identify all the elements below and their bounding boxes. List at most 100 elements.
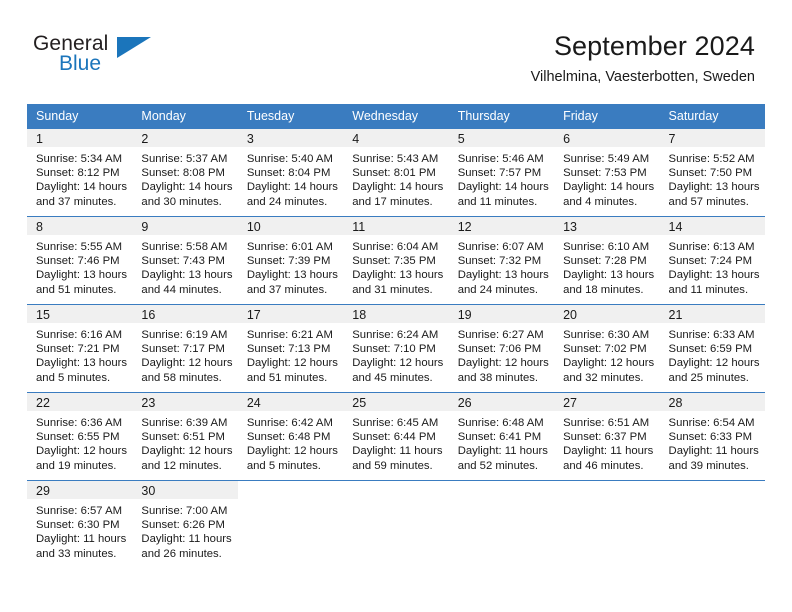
day-details: Sunrise: 6:51 AM Sunset: 6:37 PM Daylight:… bbox=[554, 411, 659, 473]
sunset-time: Sunset: 7:39 PM bbox=[246, 255, 331, 268]
calendar-day-cell[interactable]: 12 Sunrise: 6:07 AM Sunset: 7:32 PM Dayligh… bbox=[448, 216, 555, 304]
calendar-day-cell[interactable]: 20 Sunrise: 6:30 AM Sunset: 7:02 PM Dayligh… bbox=[554, 304, 660, 392]
daylight-duration-line1: Daylight: 12 hours bbox=[141, 357, 233, 370]
day-cell-inner: 15 Sunrise: 6:16 AM Sunset: 7:21 PM Dayligh… bbox=[27, 304, 133, 392]
day-cell-inner bbox=[343, 480, 449, 568]
daylight-duration-line1: Daylight: 13 hours bbox=[36, 269, 128, 282]
day-details: Sunrise: 5:34 AM Sunset: 8:12 PM Daylight:… bbox=[27, 147, 132, 209]
day-number: 17 bbox=[237, 305, 344, 323]
calendar-day-cell[interactable]: 14 Sunrise: 6:13 AM Sunset: 7:24 PM Dayligh… bbox=[659, 216, 765, 304]
calendar-empty-cell bbox=[343, 480, 449, 568]
brand-logo[interactable]: General Blue bbox=[33, 33, 183, 81]
day-number: 23 bbox=[132, 393, 238, 411]
day-cell-inner: 9 Sunrise: 5:58 AM Sunset: 7:43 PM Daylight… bbox=[132, 216, 238, 304]
sunset-time: Sunset: 7:32 PM bbox=[457, 255, 542, 268]
sunrise-time: Sunrise: 5:49 AM bbox=[563, 153, 650, 165]
calendar-day-cell[interactable]: 10 Sunrise: 6:01 AM Sunset: 7:39 PM Dayligh… bbox=[237, 216, 344, 304]
calendar-day-cell[interactable]: 9 Sunrise: 5:58 AM Sunset: 7:43 PM Daylight… bbox=[132, 216, 238, 304]
day-details: Sunrise: 6:33 AM Sunset: 6:59 PM Daylight:… bbox=[660, 323, 765, 385]
calendar-day-cell[interactable]: 25 Sunrise: 6:45 AM Sunset: 6:44 PM Dayligh… bbox=[343, 392, 449, 480]
daylight-duration-line2: and 31 minutes. bbox=[352, 283, 433, 296]
daylight-duration-line2: and 11 minutes. bbox=[457, 195, 538, 208]
day-cell-inner: 10 Sunrise: 6:01 AM Sunset: 7:39 PM Dayligh… bbox=[237, 216, 344, 304]
calendar-body: 1 Sunrise: 5:34 AM Sunset: 8:12 PM Daylight… bbox=[27, 128, 765, 568]
calendar-day-cell[interactable]: 23 Sunrise: 6:39 AM Sunset: 6:51 PM Dayligh… bbox=[132, 392, 238, 480]
calendar-day-cell[interactable]: 26 Sunrise: 6:48 AM Sunset: 6:41 PM Dayligh… bbox=[448, 392, 555, 480]
calendar-day-cell[interactable]: 29 Sunrise: 6:57 AM Sunset: 6:30 PM Dayligh… bbox=[27, 480, 133, 568]
sunrise-time: Sunrise: 5:46 AM bbox=[457, 153, 544, 165]
sunset-time: Sunset: 7:35 PM bbox=[352, 255, 436, 268]
day-details: Sunrise: 6:36 AM Sunset: 6:55 PM Daylight:… bbox=[27, 411, 132, 473]
day-number: 29 bbox=[27, 481, 133, 499]
sunrise-time: Sunrise: 6:30 AM bbox=[563, 329, 650, 341]
calendar-day-cell[interactable]: 4 Sunrise: 5:43 AM Sunset: 8:01 PM Daylight… bbox=[343, 128, 449, 216]
calendar-day-cell[interactable]: 11 Sunrise: 6:04 AM Sunset: 7:35 PM Dayligh… bbox=[343, 216, 449, 304]
day-cell-inner: 8 Sunrise: 5:55 AM Sunset: 7:46 PM Daylight… bbox=[27, 216, 133, 304]
calendar-day-cell[interactable]: 27 Sunrise: 6:51 AM Sunset: 6:37 PM Dayligh… bbox=[554, 392, 660, 480]
daylight-duration-line2: and 17 minutes. bbox=[352, 195, 433, 208]
sunrise-time: Sunrise: 6:13 AM bbox=[668, 241, 755, 253]
sunrise-time: Sunrise: 6:51 AM bbox=[563, 417, 650, 429]
day-cell-inner: 24 Sunrise: 6:42 AM Sunset: 6:48 PM Dayligh… bbox=[237, 392, 344, 480]
day-details: Sunrise: 5:52 AM Sunset: 7:50 PM Daylight:… bbox=[660, 147, 765, 209]
calendar-week-row: 1 Sunrise: 5:34 AM Sunset: 8:12 PM Daylight… bbox=[27, 128, 765, 216]
sunset-time: Sunset: 8:01 PM bbox=[352, 167, 436, 180]
daylight-duration-line2: and 25 minutes. bbox=[668, 371, 749, 384]
daylight-duration-line1: Daylight: 14 hours bbox=[352, 181, 444, 194]
sunrise-time: Sunrise: 5:43 AM bbox=[352, 153, 439, 165]
calendar-day-cell[interactable]: 28 Sunrise: 6:54 AM Sunset: 6:33 PM Dayligh… bbox=[659, 392, 765, 480]
calendar-day-cell[interactable]: 8 Sunrise: 5:55 AM Sunset: 7:46 PM Daylight… bbox=[27, 216, 133, 304]
sunset-time: Sunset: 7:57 PM bbox=[457, 167, 542, 180]
calendar-day-cell[interactable]: 1 Sunrise: 5:34 AM Sunset: 8:12 PM Daylight… bbox=[27, 128, 133, 216]
calendar-day-cell[interactable]: 18 Sunrise: 6:24 AM Sunset: 7:10 PM Dayligh… bbox=[343, 304, 449, 392]
calendar-day-cell[interactable]: 21 Sunrise: 6:33 AM Sunset: 6:59 PM Dayligh… bbox=[659, 304, 765, 392]
calendar-day-cell[interactable]: 2 Sunrise: 5:37 AM Sunset: 8:08 PM Daylight… bbox=[132, 128, 238, 216]
sunset-time: Sunset: 6:33 PM bbox=[668, 431, 753, 444]
location-subtitle: Vilhelmina, Vaesterbotten, Sweden bbox=[530, 69, 755, 85]
calendar-day-cell[interactable]: 6 Sunrise: 5:49 AM Sunset: 7:53 PM Daylight… bbox=[554, 128, 660, 216]
calendar-day-cell[interactable]: 3 Sunrise: 5:40 AM Sunset: 8:04 PM Daylight… bbox=[237, 128, 344, 216]
day-number: 9 bbox=[132, 217, 238, 235]
daylight-duration-line2: and 19 minutes. bbox=[36, 459, 117, 472]
calendar-day-cell[interactable]: 19 Sunrise: 6:27 AM Sunset: 7:06 PM Dayligh… bbox=[448, 304, 555, 392]
calendar-day-cell[interactable]: 24 Sunrise: 6:42 AM Sunset: 6:48 PM Dayligh… bbox=[237, 392, 344, 480]
day-cell-inner: 30 Sunrise: 7:00 AM Sunset: 6:26 PM Dayligh… bbox=[132, 480, 238, 568]
day-details: Sunrise: 5:46 AM Sunset: 7:57 PM Daylight:… bbox=[449, 147, 554, 209]
sunrise-time: Sunrise: 6:07 AM bbox=[457, 241, 544, 253]
sunset-time: Sunset: 6:44 PM bbox=[352, 431, 436, 444]
calendar-day-cell[interactable]: 30 Sunrise: 7:00 AM Sunset: 6:26 PM Dayligh… bbox=[132, 480, 238, 568]
day-cell-inner: 1 Sunrise: 5:34 AM Sunset: 8:12 PM Daylight… bbox=[27, 128, 133, 216]
day-details: Sunrise: 6:13 AM Sunset: 7:24 PM Daylight:… bbox=[660, 235, 765, 297]
day-number: 14 bbox=[659, 217, 765, 235]
day-details: Sunrise: 7:00 AM Sunset: 6:26 PM Daylight:… bbox=[132, 499, 237, 561]
calendar-day-cell[interactable]: 7 Sunrise: 5:52 AM Sunset: 7:50 PM Daylight… bbox=[659, 128, 765, 216]
sunrise-time: Sunrise: 6:48 AM bbox=[457, 417, 544, 429]
calendar-day-cell[interactable]: 17 Sunrise: 6:21 AM Sunset: 7:13 PM Dayligh… bbox=[237, 304, 344, 392]
sunset-time: Sunset: 7:02 PM bbox=[563, 343, 647, 356]
daylight-duration-line1: Daylight: 12 hours bbox=[563, 357, 655, 370]
sunrise-time: Sunrise: 5:34 AM bbox=[36, 153, 123, 165]
daylight-duration-line2: and 11 minutes. bbox=[668, 283, 749, 296]
day-cell-inner bbox=[659, 480, 765, 568]
day-details: Sunrise: 6:10 AM Sunset: 7:28 PM Daylight:… bbox=[554, 235, 659, 297]
sunset-time: Sunset: 7:50 PM bbox=[668, 167, 753, 180]
day-number: 28 bbox=[659, 393, 765, 411]
daylight-duration-line2: and 44 minutes. bbox=[141, 283, 222, 296]
day-cell-inner: 18 Sunrise: 6:24 AM Sunset: 7:10 PM Dayligh… bbox=[343, 304, 449, 392]
calendar-header-row: Sunday Monday Tuesday Wednesday Thursday… bbox=[27, 104, 765, 128]
calendar-day-cell[interactable]: 5 Sunrise: 5:46 AM Sunset: 7:57 PM Daylight… bbox=[448, 128, 555, 216]
calendar-day-cell[interactable]: 22 Sunrise: 6:36 AM Sunset: 6:55 PM Dayligh… bbox=[27, 392, 133, 480]
sunrise-time: Sunrise: 6:21 AM bbox=[246, 329, 333, 341]
daylight-duration-line2: and 37 minutes. bbox=[246, 283, 328, 296]
day-cell-inner: 16 Sunrise: 6:19 AM Sunset: 7:17 PM Dayligh… bbox=[132, 304, 238, 392]
day-cell-inner bbox=[237, 480, 344, 568]
calendar-week-row: 8 Sunrise: 5:55 AM Sunset: 7:46 PM Daylight… bbox=[27, 216, 765, 304]
sunrise-time: Sunrise: 5:40 AM bbox=[246, 153, 333, 165]
daylight-duration-line2: and 18 minutes. bbox=[563, 283, 644, 296]
calendar-day-cell[interactable]: 16 Sunrise: 6:19 AM Sunset: 7:17 PM Dayligh… bbox=[132, 304, 238, 392]
daylight-duration-line1: Daylight: 12 hours bbox=[352, 357, 444, 370]
calendar-day-cell[interactable]: 15 Sunrise: 6:16 AM Sunset: 7:21 PM Dayligh… bbox=[27, 304, 133, 392]
daylight-duration-line1: Daylight: 13 hours bbox=[36, 357, 128, 370]
calendar-day-cell[interactable]: 13 Sunrise: 6:10 AM Sunset: 7:28 PM Dayligh… bbox=[554, 216, 660, 304]
sunset-time: Sunset: 7:28 PM bbox=[563, 255, 647, 268]
